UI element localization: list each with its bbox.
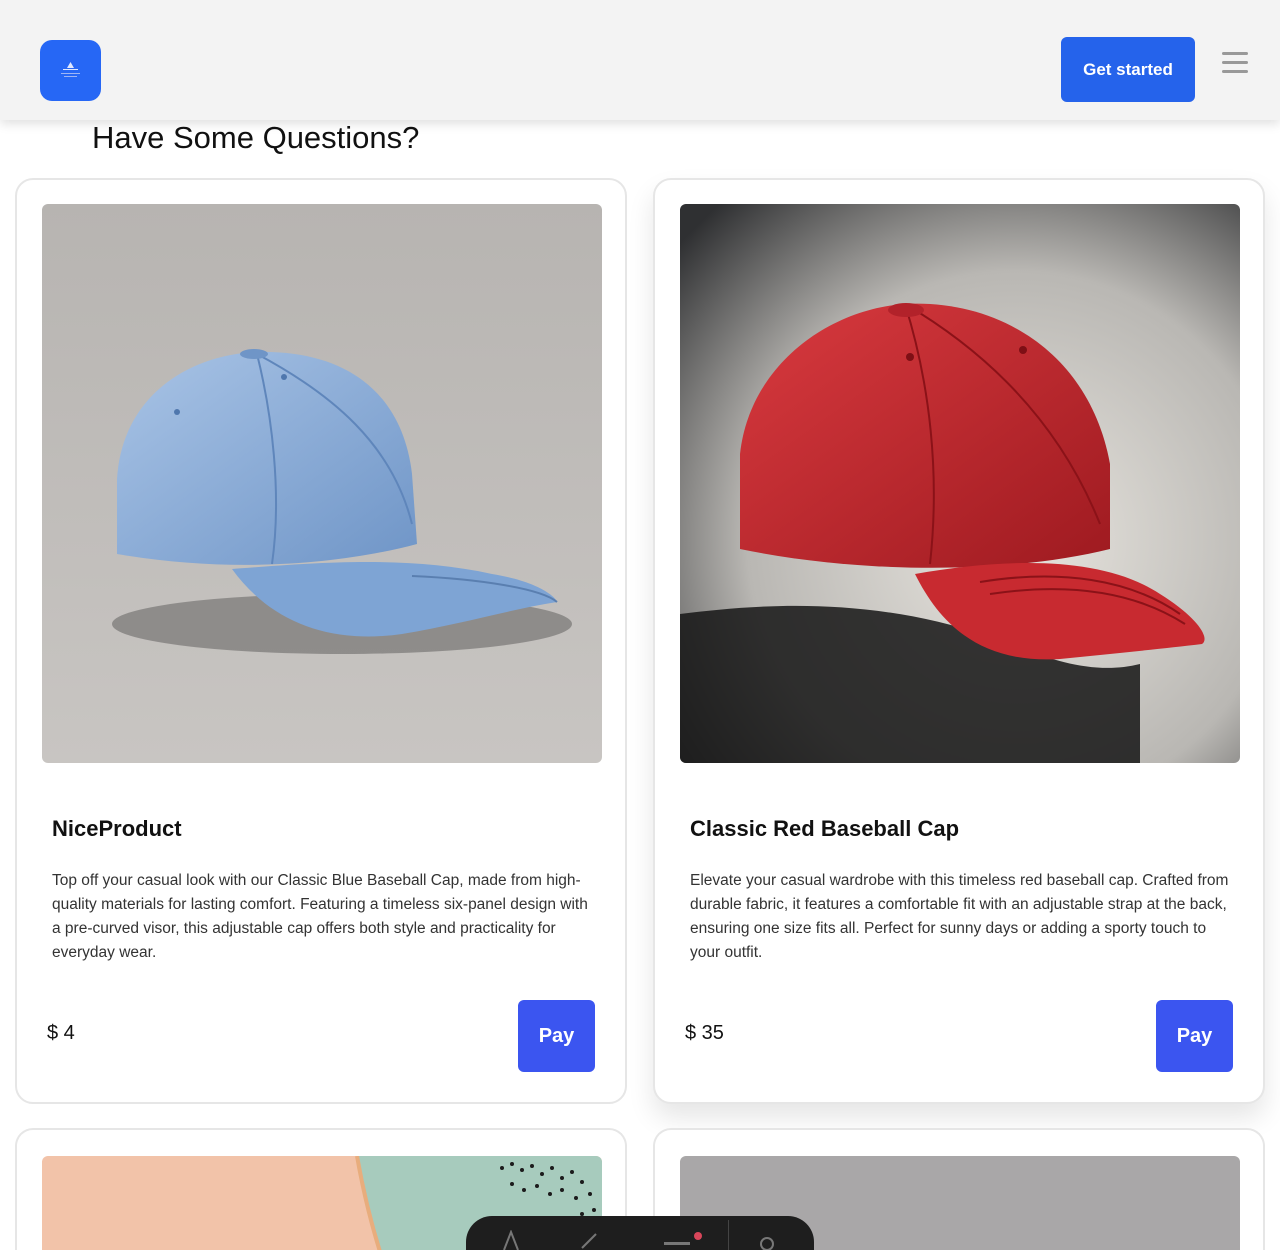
toolbar-divider xyxy=(728,1220,729,1250)
logo-icon[interactable] xyxy=(40,40,101,101)
pay-button[interactable]: Pay xyxy=(518,1000,595,1072)
product-description: Elevate your casual wardrobe with this t… xyxy=(690,872,1229,961)
section-title: Have Some Questions? xyxy=(92,120,420,155)
hamburger-menu-icon[interactable] xyxy=(1222,52,1248,74)
product-image[interactable] xyxy=(680,204,1240,763)
brush-tool-icon[interactable] xyxy=(578,1230,600,1250)
text-tool-icon[interactable] xyxy=(500,1230,522,1250)
floating-toolbar xyxy=(466,1216,814,1250)
site-header: Get started xyxy=(0,0,1280,120)
settings-icon[interactable] xyxy=(756,1230,778,1250)
record-tool-icon[interactable] xyxy=(662,1230,702,1250)
product-image[interactable] xyxy=(42,204,602,763)
product-price: $ 4 xyxy=(47,1022,75,1044)
pay-button[interactable]: Pay xyxy=(1156,1000,1233,1072)
product-title: Classic Red Baseball Cap xyxy=(690,816,960,841)
product-description: Top off your casual look with our Classi… xyxy=(52,872,588,961)
product-card: NiceProduct Top off your casual look wit… xyxy=(15,178,627,1104)
product-card: Classic Red Baseball Cap Elevate your ca… xyxy=(653,178,1265,1104)
product-title: NiceProduct xyxy=(52,816,182,841)
product-price: $ 35 xyxy=(685,1022,724,1044)
get-started-button[interactable]: Get started xyxy=(1061,37,1195,102)
